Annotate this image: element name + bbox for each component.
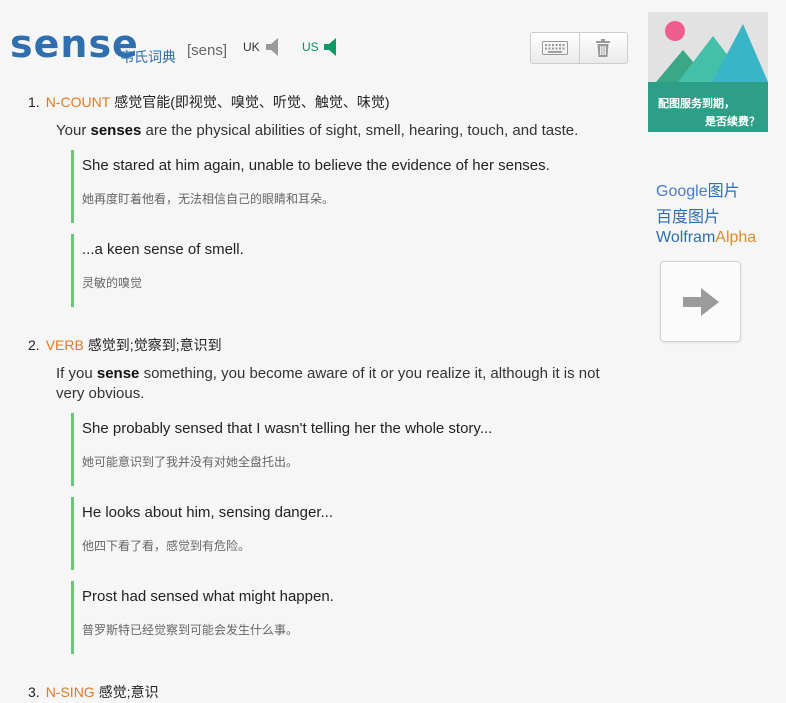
- image-service-ad[interactable]: 配图服务到期， 是否续费？: [648, 12, 768, 132]
- sense-definition: Your senses are the physical abilities o…: [56, 121, 626, 141]
- sense-number: 3.: [28, 684, 40, 700]
- ad-illustration: [648, 12, 768, 92]
- part-of-speech: VERB: [45, 337, 84, 353]
- sense-heading: 2. VERB 感觉到;觉察到;意识到: [28, 335, 222, 355]
- sense-chinese: 感觉到;觉察到;意识到: [87, 337, 222, 353]
- example-block: Prost had sensed what might happen. 普罗斯特…: [71, 581, 642, 654]
- uk-label: UK: [243, 40, 260, 54]
- example-block: ...a keen sense of smell. 灵敏的嗅觉: [71, 234, 642, 307]
- google-images-link[interactable]: Google图片: [656, 177, 740, 201]
- next-arrow-button[interactable]: [660, 261, 741, 342]
- definition-keyword: sense: [96, 365, 140, 382]
- baidu-images-link[interactable]: 百度图片: [656, 203, 720, 227]
- keyboard-icon: [541, 41, 568, 55]
- google-text: Google: [656, 183, 708, 200]
- example-english: Prost had sensed what might happen.: [82, 588, 334, 605]
- example-block: He looks about him, sensing danger... 他四…: [71, 497, 642, 570]
- ad-line-1: 配图服务到期，: [658, 98, 735, 110]
- example-chinese: 她再度盯着他看，无法相信自己的眼睛和耳朵。: [82, 192, 335, 206]
- uk-speaker-icon[interactable]: [265, 36, 283, 58]
- trash-icon: [596, 39, 611, 57]
- definition-text: Your: [56, 122, 91, 139]
- wolfram-alpha-link[interactable]: WolframAlpha: [656, 229, 756, 247]
- example-block: She probably sensed that I wasn't tellin…: [71, 413, 642, 486]
- example-chinese: 他四下看了看，感觉到有危险。: [82, 539, 251, 553]
- toolbar: [530, 32, 628, 64]
- us-speaker-icon[interactable]: [323, 36, 341, 58]
- example-chinese: 灵敏的嗅觉: [82, 276, 143, 290]
- sense-number: 1.: [28, 94, 40, 110]
- arrow-right-icon: [682, 287, 719, 316]
- dictionary-tag[interactable]: 韦氏词典: [120, 47, 176, 67]
- sense-chinese: 感觉官能(即视觉、嗅觉、听觉、触觉、味觉): [114, 94, 390, 110]
- example-english: He looks about him, sensing danger...: [82, 504, 333, 521]
- example-chinese: 普罗斯特已经觉察到可能会发生什么事。: [82, 623, 299, 637]
- definition-text: are the physical abilities of sight, sme…: [141, 122, 579, 139]
- sense-heading: 1. N-COUNT 感觉官能(即视觉、嗅觉、听觉、触觉、味觉): [28, 92, 390, 112]
- delete-button[interactable]: [580, 33, 628, 63]
- definition-keyword: senses: [90, 122, 142, 139]
- sense-chinese: 感觉;意识: [98, 684, 159, 700]
- example-english: She stared at him again, unable to belie…: [82, 157, 550, 174]
- google-images-text: 图片: [707, 183, 740, 200]
- part-of-speech: N-SING: [45, 684, 95, 700]
- ad-line-2: 是否续费？: [705, 116, 760, 128]
- example-block: She stared at him again, unable to belie…: [71, 150, 642, 223]
- example-english: She probably sensed that I wasn't tellin…: [82, 420, 493, 437]
- part-of-speech: N-COUNT: [45, 94, 111, 110]
- alpha-text: Alpha: [715, 229, 757, 246]
- sense-number: 2.: [28, 337, 40, 353]
- example-chinese: 她可能意识到了我并没有对她全盘托出。: [82, 455, 299, 469]
- us-label: US: [302, 40, 319, 54]
- wolfram-text: Wolfram: [656, 229, 716, 246]
- phonetic: [sens]: [187, 42, 228, 59]
- sense-definition: If you sense something, you become aware…: [56, 364, 626, 404]
- sense-heading: 3. N-SING 感觉;意识: [28, 682, 159, 702]
- example-english: ...a keen sense of smell.: [82, 241, 244, 258]
- definition-text: If you: [56, 365, 97, 382]
- keyboard-button[interactable]: [531, 33, 580, 63]
